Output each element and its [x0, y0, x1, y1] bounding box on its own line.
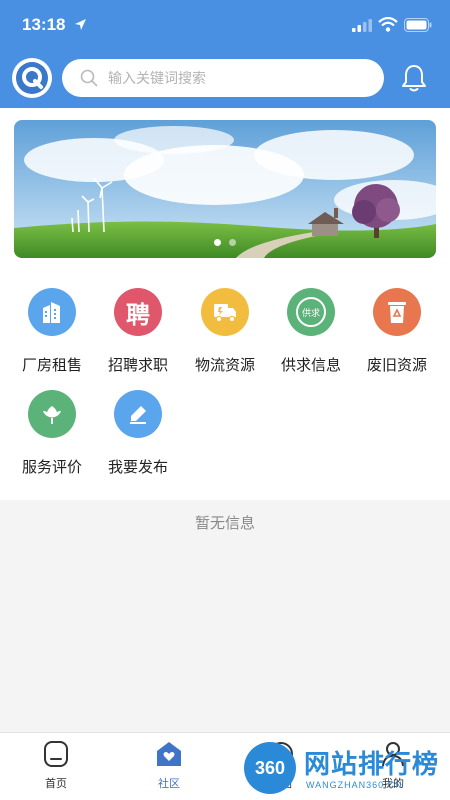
hire-icon: 聘 [114, 288, 162, 336]
search-placeholder: 输入关键词搜索 [108, 71, 206, 87]
battery-icon [404, 18, 432, 32]
watermark-title: 网站排行榜 [304, 750, 440, 780]
location-arrow-icon [75, 19, 86, 30]
search-icon [80, 69, 98, 87]
hire-glyph: 聘 [126, 300, 150, 329]
category-label: 供求信息 [280, 356, 341, 374]
category-recruitment[interactable]: 聘 招聘求职 [95, 288, 181, 375]
supply-demand-glyph: 供求 [301, 308, 320, 319]
nav-community[interactable]: 社区 [134, 739, 204, 791]
carousel-dot[interactable] [229, 239, 236, 246]
status-bar: 13:18 [0, 0, 450, 52]
supply-demand-icon: 供求 [287, 288, 335, 336]
home-icon [44, 741, 68, 767]
watermark-subtitle: WANGZHAN360.CN [306, 780, 403, 790]
app-logo-icon [16, 62, 48, 94]
recycle-bin-icon [373, 288, 421, 336]
category-factory-rental[interactable]: 厂房租售 [9, 288, 95, 375]
category-label: 招聘求职 [107, 356, 168, 374]
category-label: 厂房租售 [21, 356, 82, 374]
flower-icon [28, 390, 76, 438]
category-label: 废旧资源 [366, 356, 427, 374]
app-logo[interactable] [12, 58, 52, 98]
nav-home[interactable]: 首页 [21, 739, 91, 791]
wifi-icon [378, 17, 398, 32]
empty-state-text: 暂无信息 [194, 514, 255, 532]
category-label: 我要发布 [107, 458, 168, 476]
watermark-logo: 360 [244, 742, 296, 794]
nav-label: 社区 [158, 777, 180, 790]
community-icon [157, 742, 181, 766]
edit-icon [114, 390, 162, 438]
watermark: 360 网站排行榜 WANGZHAN360.CN [240, 738, 450, 800]
category-scrap-resources[interactable]: 废旧资源 [354, 288, 440, 375]
carousel-dot[interactable] [214, 239, 221, 246]
category-label: 物流资源 [194, 356, 255, 374]
cellular-signal-icon [352, 19, 372, 32]
top-header: 13:18 输入关键词搜索 [0, 0, 450, 108]
category-supply-demand[interactable]: 供求 供求信息 [268, 288, 354, 375]
carousel-dots [14, 239, 436, 246]
search-input[interactable]: 输入关键词搜索 [62, 59, 384, 97]
nav-label: 首页 [45, 777, 67, 790]
truck-icon [201, 288, 249, 336]
category-label: 服务评价 [21, 458, 82, 476]
building-icon [28, 288, 76, 336]
banner-image [14, 120, 436, 258]
category-logistics[interactable]: 物流资源 [182, 288, 268, 375]
category-service-review[interactable]: 服务评价 [9, 390, 95, 477]
banner-carousel[interactable] [14, 120, 436, 258]
status-time: 13:18 [22, 15, 66, 34]
notification-bell-icon[interactable] [400, 63, 428, 93]
category-publish[interactable]: 我要发布 [95, 390, 181, 477]
